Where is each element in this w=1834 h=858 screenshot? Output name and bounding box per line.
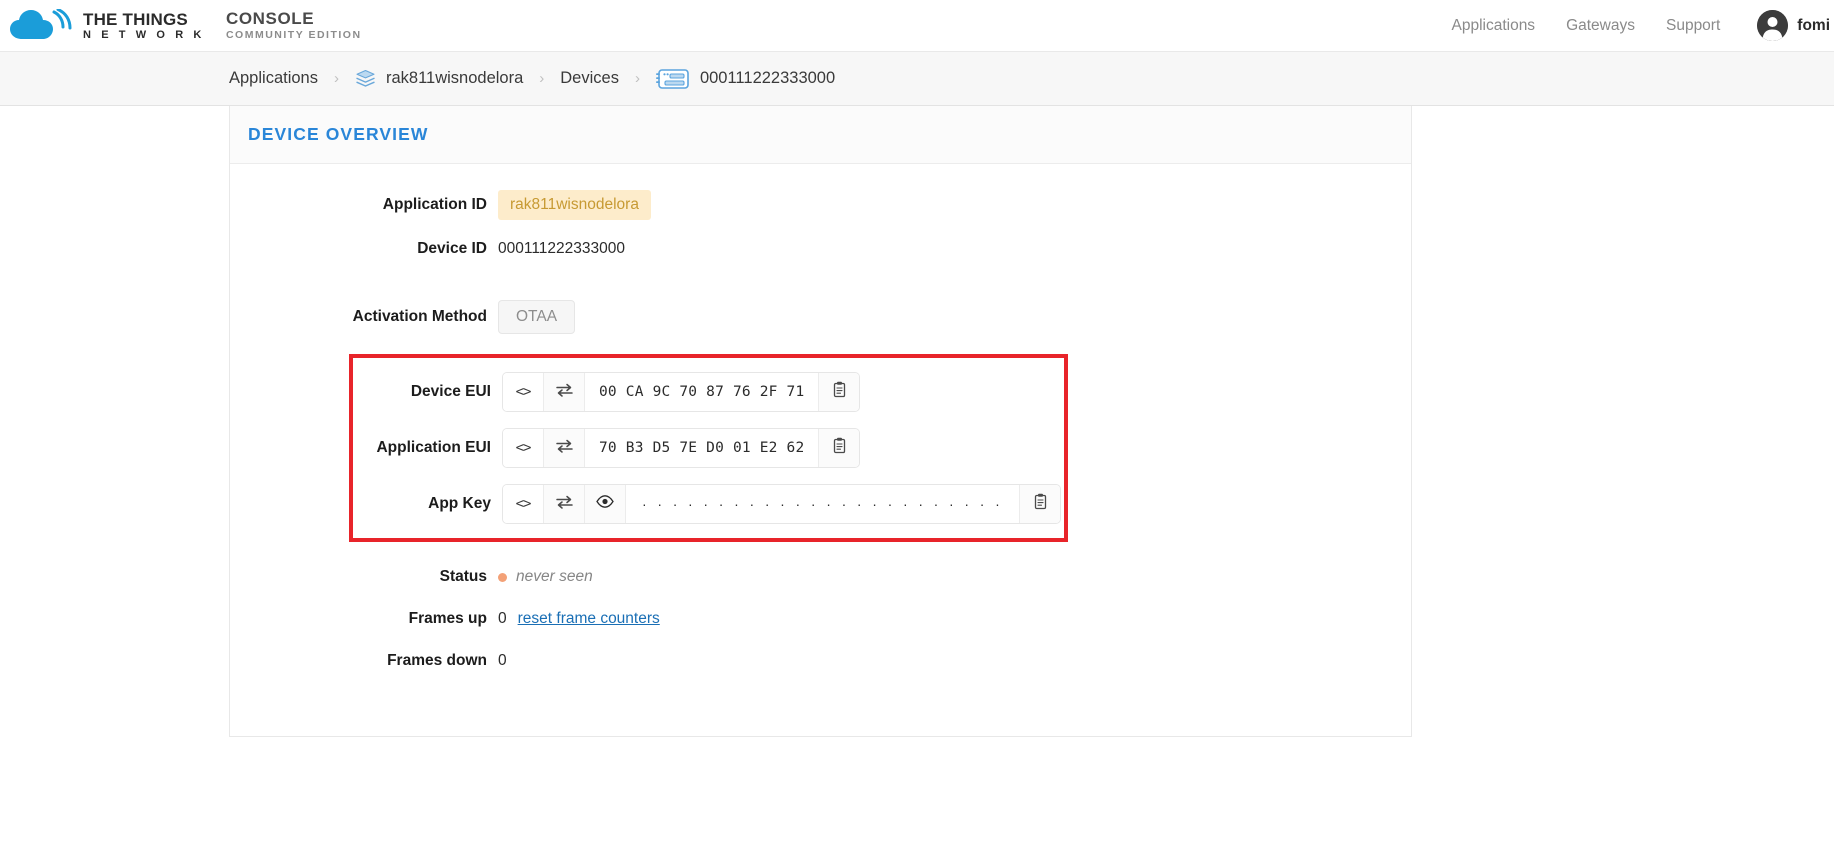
- user-avatar-icon: [1757, 10, 1789, 41]
- reset-frame-counters-link[interactable]: reset frame counters: [518, 610, 660, 628]
- byte-order-swap-icon: [555, 439, 573, 458]
- field-device-id: Device ID 000111222333000: [248, 234, 1393, 264]
- clipboard-copy-icon: [1033, 493, 1048, 515]
- reveal-app-key-button[interactable]: [585, 485, 626, 523]
- value-device-id: 000111222333000: [498, 240, 626, 257]
- label-status: Status: [439, 568, 487, 585]
- breadcrumb-separator: ›: [634, 70, 640, 87]
- code-brackets-icon: <>: [515, 440, 532, 456]
- field-app-key: App Key <> · · · · · · · · · · · · · · ·…: [353, 484, 1064, 524]
- label-device-eui: Device EUI: [410, 383, 491, 400]
- card-header: DEVICE OVERVIEW: [230, 106, 1411, 164]
- breadcrumb: Applications › rak811wisnodelora › Devic…: [229, 67, 835, 91]
- frames-up-group: 0 reset frame counters: [498, 610, 660, 628]
- field-frames-up: Frames up 0 reset frame counters: [248, 604, 1393, 634]
- breadcrumb-bar: Applications › rak811wisnodelora › Devic…: [0, 51, 1834, 106]
- cloud-icon: [10, 8, 72, 43]
- device-chip-icon: [655, 67, 690, 91]
- credentials-highlight-box: Device EUI <> 00 CA 9C 70 87 76 2F 71 Ap…: [349, 354, 1068, 542]
- label-frames-down: Frames down: [387, 652, 487, 669]
- status-badge: never seen: [498, 568, 593, 586]
- brand-console-edition: CONSOLE COMMUNITY EDITION: [226, 10, 362, 41]
- nav-gateways[interactable]: Gateways: [1566, 17, 1635, 35]
- breadcrumb-label-application[interactable]: rak811wisnodelora: [386, 69, 523, 88]
- page-content: DEVICE OVERVIEW Application ID rak811wis…: [0, 106, 1834, 737]
- value-activation-method[interactable]: OTAA: [498, 300, 576, 334]
- breadcrumb-item-applications[interactable]: Applications: [229, 69, 318, 88]
- label-device-id: Device ID: [417, 240, 487, 257]
- byte-order-swap-button[interactable]: [544, 429, 585, 467]
- app-key-masked-value[interactable]: · · · · · · · · · · · · · · · · · · · · …: [626, 485, 1019, 523]
- copy-device-eui-button[interactable]: [818, 373, 860, 411]
- copy-application-eui-button[interactable]: [818, 429, 860, 467]
- breadcrumb-separator: ›: [333, 70, 339, 87]
- breadcrumb-item-device: 000111222333000: [655, 67, 836, 91]
- layers-icon: [355, 68, 376, 89]
- byte-order-swap-button[interactable]: [544, 485, 585, 523]
- brand-line-network: N E T W O R K: [83, 28, 205, 41]
- application-eui-input-group: <> 70 B3 D5 7E D0 01 E2 62: [502, 428, 861, 468]
- eye-icon: [596, 495, 614, 513]
- copy-app-key-button[interactable]: [1019, 485, 1061, 523]
- brand-line-the-things: THE THINGS: [83, 9, 188, 29]
- app-key-input-group: <> · · · · · · · · · · · · · · · · · · ·…: [502, 484, 1062, 524]
- value-frames-down: 0: [498, 652, 507, 669]
- brand-the-things-network: THE THINGS N E T W O R K: [83, 11, 205, 41]
- field-application-id: Application ID rak811wisnodelora: [248, 190, 1393, 220]
- device-eui-value[interactable]: 00 CA 9C 70 87 76 2F 71: [585, 373, 818, 411]
- primary-nav-links: Applications Gateways Support fomi: [1451, 10, 1830, 41]
- field-application-eui: Application EUI <> 70 B3 D5 7E D0 01 E2 …: [353, 428, 1064, 468]
- field-activation-method: Activation Method OTAA: [248, 300, 1393, 334]
- breadcrumb-item-application[interactable]: rak811wisnodelora: [355, 68, 523, 89]
- value-frames-up: 0: [498, 610, 507, 627]
- breadcrumb-separator: ›: [539, 70, 545, 87]
- byte-order-swap-button[interactable]: [544, 373, 585, 411]
- code-format-toggle-button[interactable]: <>: [503, 429, 544, 467]
- application-eui-value[interactable]: 70 B3 D5 7E D0 01 E2 62: [585, 429, 818, 467]
- clipboard-copy-icon: [832, 381, 847, 403]
- code-brackets-icon: <>: [515, 496, 532, 512]
- code-format-toggle-button[interactable]: <>: [503, 485, 544, 523]
- field-status: Status never seen: [248, 562, 1393, 592]
- user-name-label: fomi: [1797, 16, 1830, 34]
- device-eui-input-group: <> 00 CA 9C 70 87 76 2F 71: [502, 372, 861, 412]
- status-dot-icon: [498, 572, 507, 582]
- nav-applications[interactable]: Applications: [1451, 17, 1535, 35]
- field-frames-down: Frames down 0: [248, 646, 1393, 676]
- label-app-key: App Key: [428, 495, 491, 512]
- brand-logo-group[interactable]: THE THINGS N E T W O R K CONSOLE COMMUNI…: [10, 8, 362, 43]
- value-status: never seen: [516, 568, 593, 585]
- breadcrumb-item-devices[interactable]: Devices: [560, 69, 619, 88]
- byte-order-swap-icon: [555, 383, 573, 402]
- page-title: DEVICE OVERVIEW: [248, 124, 429, 144]
- label-activation-method: Activation Method: [352, 308, 487, 325]
- top-navigation-bar: THE THINGS N E T W O R K CONSOLE COMMUNI…: [0, 0, 1834, 51]
- field-device-eui: Device EUI <> 00 CA 9C 70 87 76 2F 71: [353, 372, 1064, 412]
- brand-line-console: CONSOLE: [225, 9, 315, 29]
- label-frames-up: Frames up: [408, 610, 487, 627]
- device-overview-card: DEVICE OVERVIEW Application ID rak811wis…: [229, 106, 1412, 737]
- clipboard-copy-icon: [832, 437, 847, 459]
- label-application-eui: Application EUI: [376, 439, 491, 456]
- brand-line-community-edition: COMMUNITY EDITION: [225, 29, 362, 42]
- code-format-toggle-button[interactable]: <>: [503, 373, 544, 411]
- code-brackets-icon: <>: [515, 384, 532, 400]
- value-application-id[interactable]: rak811wisnodelora: [498, 190, 651, 220]
- card-body: Application ID rak811wisnodelora Device …: [230, 164, 1411, 736]
- byte-order-swap-icon: [555, 495, 573, 514]
- nav-support[interactable]: Support: [1666, 17, 1720, 35]
- user-menu[interactable]: fomi: [1757, 10, 1830, 41]
- label-application-id: Application ID: [382, 196, 487, 213]
- breadcrumb-label-device: 000111222333000: [699, 69, 836, 87]
